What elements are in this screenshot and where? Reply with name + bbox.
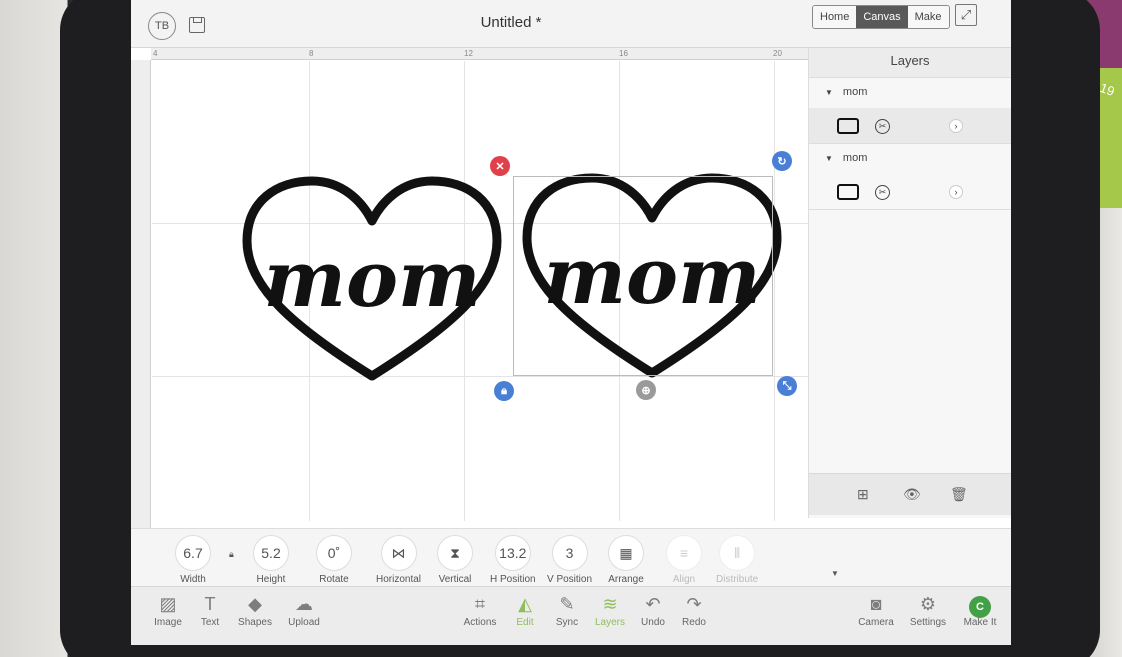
eye-icon[interactable]: 👁︎ — [903, 486, 921, 503]
tool-text[interactable]: T Text — [185, 591, 235, 628]
ruler-label: 8 — [309, 49, 314, 58]
arrange-button[interactable]: ▦ Arrange — [608, 535, 644, 585]
attach-icon[interactable]: ⊞ — [857, 486, 869, 503]
page-title: Untitled * — [480, 14, 542, 31]
cut-icon: ✂ — [875, 119, 890, 134]
bottom-toolbar: ▨ Image T Text ◆ Shapes ☁ Upload ⌗ Actions ◭ E… — [131, 586, 1011, 645]
selection-box[interactable] — [513, 176, 773, 376]
h-position-field[interactable]: 13.2 H Position — [490, 535, 536, 585]
mode-canvas-button[interactable]: Canvas — [856, 6, 908, 28]
tool-camera[interactable]: ◙ Camera — [851, 591, 901, 628]
tool-shapes[interactable]: ◆ Shapes — [230, 591, 280, 628]
layer-tools: ⊞ 👁︎ 🗑︎ — [809, 473, 1011, 515]
ruler-label: 12 — [464, 49, 473, 58]
tool-redo[interactable]: ↷ Redo — [669, 591, 719, 628]
mode-make-button[interactable]: Make — [907, 6, 949, 28]
cut-icon: ✂ — [875, 185, 890, 200]
top-bar: TB Untitled * Home Canvas Make ⤢ — [131, 0, 1011, 48]
layers-title: Layers — [809, 48, 1011, 78]
layer-row[interactable]: ✂ › — [809, 174, 1011, 210]
collapse-icon[interactable]: ▼ — [825, 88, 833, 97]
text-icon: T — [204, 594, 216, 614]
chevron-down-icon[interactable]: ▼ — [831, 569, 839, 578]
tool-upload[interactable]: ☁ Upload — [279, 591, 329, 628]
fullscreen-icon[interactable]: ⤢ — [955, 4, 977, 26]
chevron-right-icon[interactable]: › — [949, 185, 963, 199]
mode-home-button[interactable]: Home — [813, 6, 857, 28]
app-screen: TB Untitled * Home Canvas Make ⤢ 4 8 12 … — [131, 0, 1011, 645]
upload-icon: ☁ — [295, 594, 313, 614]
layer-group[interactable]: ▼ mom — [809, 144, 1011, 174]
resize-handle-icon[interactable]: ⤡ — [777, 376, 797, 396]
mode-switch: Home Canvas Make — [812, 5, 950, 29]
rotate-field[interactable]: 0˚ Rotate — [316, 535, 352, 585]
flip-vertical-button[interactable]: ⧗ Vertical — [437, 535, 473, 585]
tool-settings[interactable]: ⚙ Settings — [903, 591, 953, 628]
flip-horizontal-button[interactable]: ⋈ Horizontal — [376, 535, 421, 585]
layer-group-name: mom — [842, 152, 868, 164]
layer-group-name: mom — [842, 86, 868, 98]
camera-icon: ◙ — [870, 594, 882, 614]
layers-panel: Layers ▼ mom ✂ › ▼ mom ✂ › ⊞ 👁︎ 🗑︎ — [808, 48, 1011, 518]
height-field[interactable]: 5.2 Height — [253, 535, 289, 585]
avatar[interactable]: TB — [148, 12, 176, 40]
layer-thumbnail — [837, 184, 859, 200]
photo-background: 19 TB Untitled * Home Canvas Make ⤢ 4 8 … — [0, 0, 1122, 657]
edit-bar: 6.7 Width 🔒︎ 5.2 Height 0˚ Rotate ⋈ Horizont… — [131, 528, 1011, 586]
mom-heart-design-left[interactable]: mom — [232, 176, 512, 386]
distribute-icon: ⦀ — [719, 535, 756, 571]
ruler-left — [131, 60, 151, 530]
ruler-top: 4 8 12 16 20 — [151, 48, 808, 60]
chevron-right-icon[interactable]: › — [949, 119, 963, 133]
ruler-label: 16 — [619, 49, 628, 58]
gear-icon: ⚙ — [919, 594, 937, 614]
redo-icon: ↷ — [686, 594, 702, 614]
ruler-label: 20 — [773, 49, 782, 58]
rotate-handle-icon[interactable]: ↻ — [772, 151, 792, 171]
delete-handle-icon[interactable]: ✕ — [490, 156, 510, 176]
layer-row[interactable]: ✂ › — [809, 108, 1011, 144]
tool-actions[interactable]: ⌗ Actions — [455, 591, 505, 628]
collapse-icon[interactable]: ▼ — [825, 154, 833, 163]
flip-vertical-icon: ⧗ — [437, 535, 473, 571]
make-it-icon: C — [969, 596, 991, 618]
shapes-icon: ◆ — [248, 594, 262, 614]
arrange-icon: ▦ — [608, 535, 644, 571]
layer-thumbnail — [837, 118, 859, 134]
align-button[interactable]: ≡ Align — [666, 535, 702, 585]
align-icon: ≡ — [666, 535, 702, 571]
layer-group[interactable]: ▼ mom — [809, 78, 1011, 108]
design-text: mom — [263, 234, 480, 325]
width-field[interactable]: 6.7 Width — [175, 535, 211, 585]
lock-ratio-icon[interactable]: 🔒︎ — [229, 549, 234, 560]
scale-handle-icon[interactable]: ⊕ — [636, 380, 656, 400]
trash-icon[interactable]: 🗑︎ — [950, 486, 968, 503]
ruler-label: 4 — [153, 49, 158, 58]
v-position-field[interactable]: 3V Position — [547, 535, 592, 585]
make-it-button[interactable]: C Make It — [955, 591, 1005, 628]
distribute-button[interactable]: ⦀ Distribute — [716, 535, 758, 585]
lock-handle-icon[interactable]: 🔒︎ — [494, 381, 514, 401]
actions-icon: ⌗ — [474, 594, 486, 614]
save-icon[interactable] — [189, 17, 205, 33]
flip-horizontal-icon: ⋈ — [380, 535, 417, 571]
